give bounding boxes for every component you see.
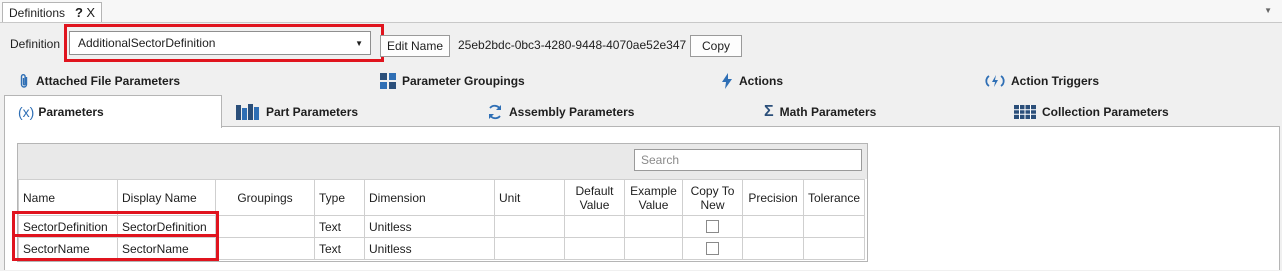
tab-parameters[interactable]: (x) Parameters (4, 95, 222, 128)
chevron-down-icon[interactable]: ▼ (1264, 6, 1272, 15)
parts-icon (236, 104, 259, 120)
column-header[interactable]: Dimension (364, 179, 495, 216)
cell-default-value[interactable] (564, 215, 625, 238)
cell-precision[interactable] (742, 215, 804, 238)
highlight-box-definition (64, 24, 384, 62)
tab-action-triggers[interactable]: Action Triggers (985, 73, 1099, 89)
tab-label: Math Parameters (779, 105, 877, 119)
column-header[interactable]: Default Value (564, 179, 625, 216)
tab-label: Action Triggers (1011, 74, 1100, 88)
search-placeholder: Search (641, 153, 680, 167)
tab-math-parameters[interactable]: Σ Math Parameters (764, 103, 877, 120)
lightning-icon (722, 73, 732, 89)
tab-parameter-groupings[interactable]: Parameter Groupings (380, 73, 525, 89)
tab-attached-file-parameters[interactable]: Attached File Parameters (18, 73, 180, 89)
tab-assembly-parameters[interactable]: Assembly Parameters (487, 104, 634, 120)
paperclip-icon (20, 74, 28, 88)
tab-label: Parameter Groupings (402, 74, 525, 88)
window-tab-title: Definitions (9, 5, 66, 20)
cell-unit[interactable] (494, 215, 565, 238)
column-header[interactable]: Precision (742, 179, 804, 216)
cell-groupings[interactable] (215, 215, 315, 238)
cell-dimension[interactable]: Unitless (364, 215, 495, 238)
tab-part-parameters[interactable]: Part Parameters (236, 104, 358, 120)
definition-label: Definition (10, 37, 61, 51)
cell-dimension[interactable]: Unitless (364, 237, 495, 260)
tab-actions[interactable]: Actions (721, 73, 783, 89)
cycle-icon (489, 104, 501, 120)
cell-copy-to-new (682, 237, 743, 260)
cell-example-value[interactable] (624, 215, 683, 238)
cell-type[interactable]: Text (314, 237, 365, 260)
collection-grid-icon (1014, 105, 1036, 119)
tab-label: Part Parameters (266, 105, 359, 119)
cell-tolerance[interactable] (802, 237, 866, 260)
cell-groupings[interactable] (215, 237, 315, 260)
column-header[interactable]: Unit (494, 179, 565, 216)
cell-example-value[interactable] (624, 237, 683, 260)
sigma-icon: Σ (764, 103, 774, 120)
document-tab-strip (0, 0, 1282, 23)
cell-type[interactable]: Text (314, 215, 365, 238)
grid-blocks-icon (380, 73, 396, 89)
cell-copy-to-new (682, 215, 743, 238)
column-header[interactable]: Type (314, 179, 365, 216)
column-header[interactable]: Copy To New (682, 179, 743, 216)
tab-label: Attached File Parameters (36, 74, 181, 88)
column-header[interactable]: Example Value (624, 179, 683, 216)
column-header[interactable]: Groupings (215, 179, 315, 216)
copy-to-new-checkbox[interactable] (706, 220, 719, 233)
definitions-window-tab[interactable]: Definitions ? X (2, 2, 102, 22)
trigger-icon (985, 75, 1005, 87)
tab-collection-parameters[interactable]: Collection Parameters (1014, 104, 1169, 120)
cell-tolerance[interactable] (802, 215, 866, 238)
search-input[interactable]: Search (634, 149, 862, 171)
tab-label: Parameters (38, 105, 104, 119)
close-icon[interactable]: X (86, 5, 95, 20)
edit-name-button[interactable]: Edit Name (380, 35, 450, 57)
column-header[interactable]: Tolerance (802, 179, 866, 216)
copy-button[interactable]: Copy (690, 35, 742, 57)
tab-label: Actions (739, 74, 784, 88)
tab-label: Collection Parameters (1042, 105, 1169, 119)
cell-precision[interactable] (742, 237, 804, 260)
tab-label: Assembly Parameters (509, 105, 635, 119)
variable-icon: (x) (18, 104, 35, 120)
definition-guid: 25eb2bdc-0bc3-4280-9448-4070ae52e347 (458, 38, 687, 52)
cell-unit[interactable] (494, 237, 565, 260)
help-icon[interactable]: ? (75, 5, 83, 20)
copy-to-new-checkbox[interactable] (706, 242, 719, 255)
highlight-divider (12, 234, 219, 237)
cell-default-value[interactable] (564, 237, 625, 260)
